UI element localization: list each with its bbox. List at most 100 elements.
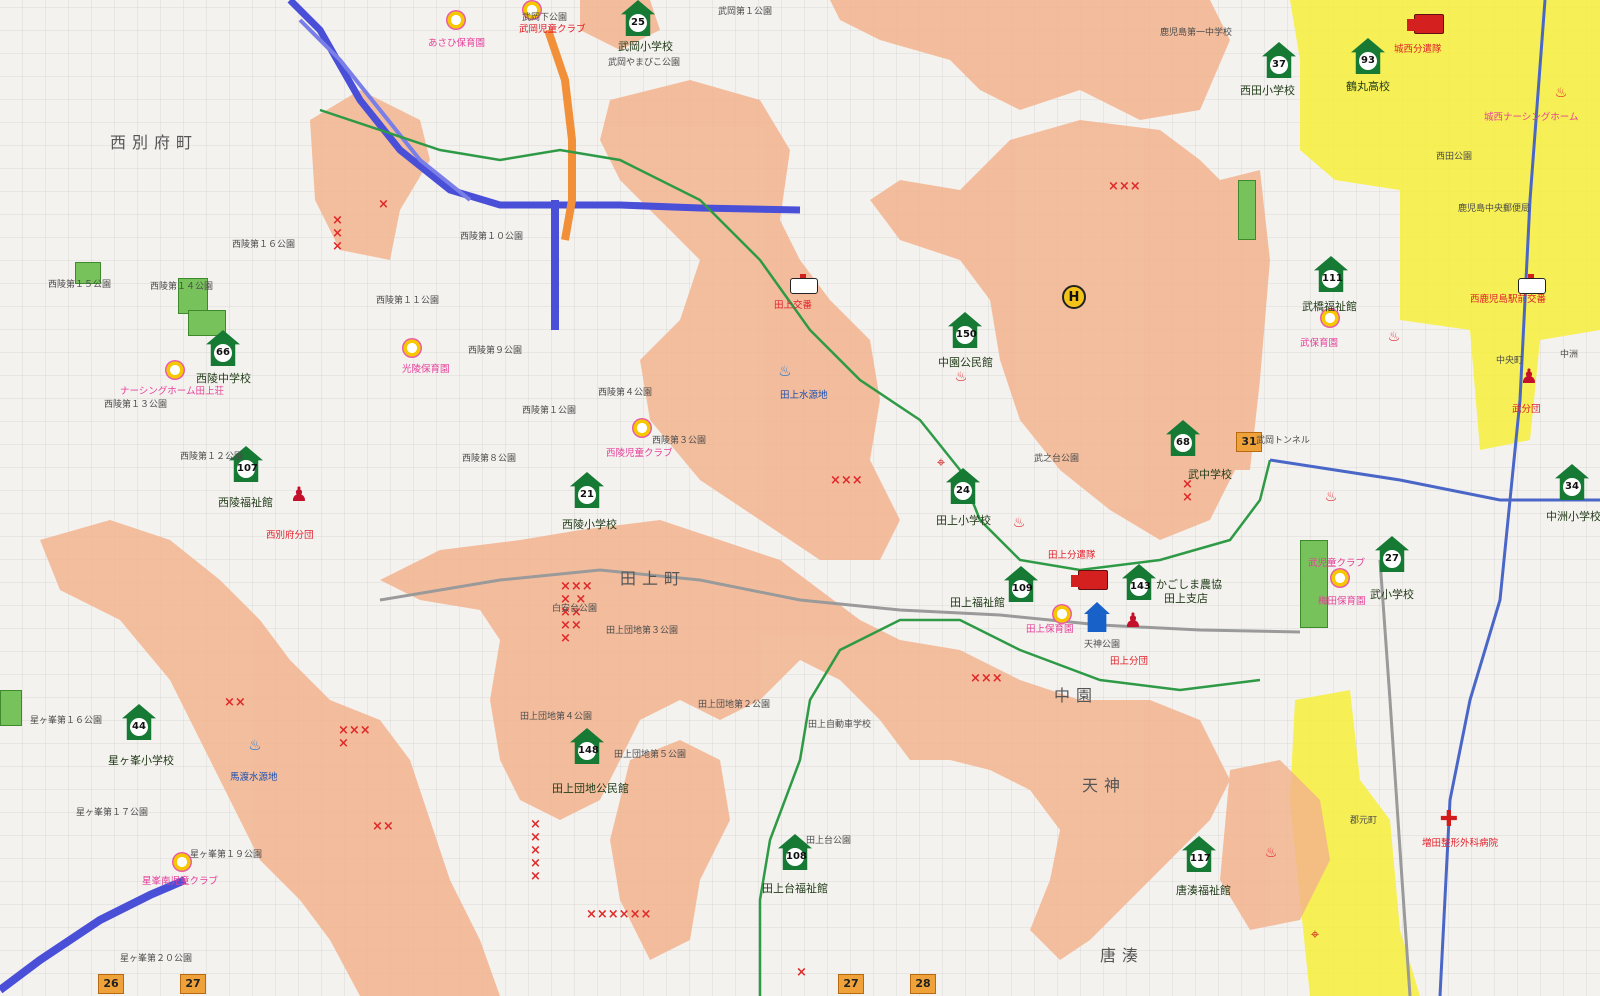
nursery-icon[interactable] <box>1052 604 1072 624</box>
medical-cross-icon[interactable]: ✚ <box>1438 807 1460 832</box>
shelter-icon[interactable]: 66 <box>206 330 240 366</box>
park <box>1300 540 1328 628</box>
label: 武岡やまびこ公園 <box>608 58 681 68</box>
nursery-icon[interactable] <box>172 852 192 872</box>
hot-spring-icon: ♨ <box>1264 845 1278 861</box>
label: 田上保育園 <box>1026 624 1074 635</box>
label: 鹿児島中央郵便局 <box>1458 204 1531 214</box>
label: 天神公園 <box>1084 640 1121 650</box>
shelter-icon[interactable]: 109 <box>1004 566 1038 602</box>
police-box-icon[interactable] <box>790 274 818 294</box>
label: 梅田保育園 <box>1318 596 1366 607</box>
hospital-icon[interactable]: H <box>1062 285 1086 309</box>
label: 西陵第１６公園 <box>232 240 296 250</box>
danger-cross-icon: × <box>796 965 807 980</box>
water-source-icon[interactable]: ♨ <box>776 362 794 380</box>
label: 田上福祉館 <box>950 596 1005 609</box>
siren-icon: ⌖ <box>936 453 946 471</box>
label: 田上交番 <box>774 300 813 311</box>
label: 田上台福祉館 <box>762 882 828 895</box>
shelter-icon[interactable]: 148 <box>570 728 604 764</box>
label: 星ヶ峯第１９公園 <box>190 850 263 860</box>
label: 西陵第９公園 <box>468 346 523 356</box>
label: 田上団地第５公園 <box>614 750 687 760</box>
danger-cross-icon: ××× × <box>338 723 371 751</box>
label: 光陵保育園 <box>402 364 450 375</box>
label: 武小学校 <box>1370 588 1414 601</box>
label: かごしま農協 <box>1156 578 1222 591</box>
label: 中洲小学校 <box>1546 510 1600 523</box>
label: 武中学校 <box>1188 468 1232 481</box>
police-box-icon[interactable] <box>1518 274 1546 294</box>
hot-spring-icon: ♨ <box>1387 329 1401 345</box>
nursery-icon[interactable] <box>165 360 185 380</box>
label: 武岡トンネル <box>1256 436 1310 446</box>
fire-brigade-pin-icon[interactable]: ♟ <box>290 484 308 504</box>
fire-brigade-pin-icon[interactable]: ♟ <box>1520 366 1538 386</box>
water-source-icon[interactable]: ♨ <box>246 736 264 754</box>
label: 西鹿児島駅前交番 <box>1470 294 1547 305</box>
nursery-icon[interactable] <box>1330 568 1350 588</box>
shelter-icon[interactable]: 24 <box>946 468 980 504</box>
shelter-icon[interactable]: 68 <box>1166 420 1200 456</box>
label: 西陵福祉館 <box>218 496 273 509</box>
shelter-icon[interactable]: 37 <box>1262 42 1296 78</box>
label: 田上団地第４公園 <box>520 712 593 722</box>
label: 増田整形外科病院 <box>1422 838 1499 849</box>
shelter-icon[interactable]: 111 <box>1314 256 1348 292</box>
shelter-icon[interactable]: 150 <box>948 312 982 348</box>
label: 城西ナーシングホーム <box>1484 112 1579 123</box>
danger-cross-icon: ×× <box>372 819 394 834</box>
nursery-icon[interactable] <box>402 338 422 358</box>
label: 星ヶ峯第１６公園 <box>30 716 103 726</box>
nursery-icon[interactable] <box>632 418 652 438</box>
fire-station-icon[interactable] <box>1071 570 1108 590</box>
label: 西陵第１４公園 <box>150 282 214 292</box>
label: 西陵第１０公園 <box>460 232 524 242</box>
danger-cross-icon: ×××××× <box>586 907 652 922</box>
shelter-icon[interactable]: 27 <box>1375 536 1409 572</box>
label: 鹿児島第一中学校 <box>1160 28 1233 38</box>
shelter-icon[interactable]: 34 <box>1555 464 1589 500</box>
map-sheet-badge[interactable]: 26 <box>98 974 124 994</box>
map-sheet-badge[interactable]: 28 <box>910 974 936 994</box>
danger-cross-icon: ××× <box>970 671 1003 686</box>
shelter-icon[interactable]: 143 <box>1122 564 1156 600</box>
yellow-zone-ne <box>1290 0 1600 450</box>
shelter-icon[interactable]: 93 <box>1351 38 1385 74</box>
label: 西田公園 <box>1436 152 1473 162</box>
label: 星峯南児童クラブ <box>142 876 219 887</box>
hot-spring-icon: ♨ <box>1012 515 1026 531</box>
label: 唐湊 <box>1100 946 1145 965</box>
hazard-map[interactable]: 西別府町 田上町 25 37 93 66 150 111 107 21 24 6… <box>0 0 1600 996</box>
label: 武保育園 <box>1300 338 1339 349</box>
expressway-southwest <box>0 876 187 994</box>
label: 武分団 <box>1512 404 1541 415</box>
label: 田上団地公民館 <box>552 782 629 795</box>
map-sheet-badge[interactable]: 27 <box>180 974 206 994</box>
label: 西陵第４公園 <box>598 388 653 398</box>
park <box>0 690 22 726</box>
shelter-icon[interactable]: 117 <box>1182 836 1216 872</box>
label: 西陵第１公園 <box>522 406 577 416</box>
label: 西陵第３公園 <box>652 436 707 446</box>
label: 田上団地第３公園 <box>606 626 679 636</box>
label: 田上分団 <box>1110 656 1149 667</box>
shelter-icon[interactable]: 21 <box>570 472 604 508</box>
label: 武岡下公園 <box>522 13 568 23</box>
hazard-zone-center-hill <box>600 80 900 560</box>
label: 田上台公園 <box>806 836 852 846</box>
fire-brigade-pin-icon[interactable]: ♟ <box>1124 610 1142 630</box>
map-sheet-badge[interactable]: 27 <box>838 974 864 994</box>
nursery-icon[interactable] <box>446 10 466 30</box>
label: 西別府分団 <box>266 530 314 541</box>
label: 武児童クラブ <box>1308 558 1366 569</box>
label: 天神 <box>1082 776 1127 795</box>
danger-cross-icon: × <box>378 197 389 212</box>
label: 郡元町 <box>1350 816 1378 826</box>
shelter-icon[interactable]: 25 <box>621 0 655 36</box>
shelter-icon[interactable]: 44 <box>122 704 156 740</box>
fire-station-icon[interactable] <box>1407 14 1444 34</box>
label: 田上団地第２公園 <box>698 700 771 710</box>
label: 唐湊福祉館 <box>1176 884 1231 897</box>
